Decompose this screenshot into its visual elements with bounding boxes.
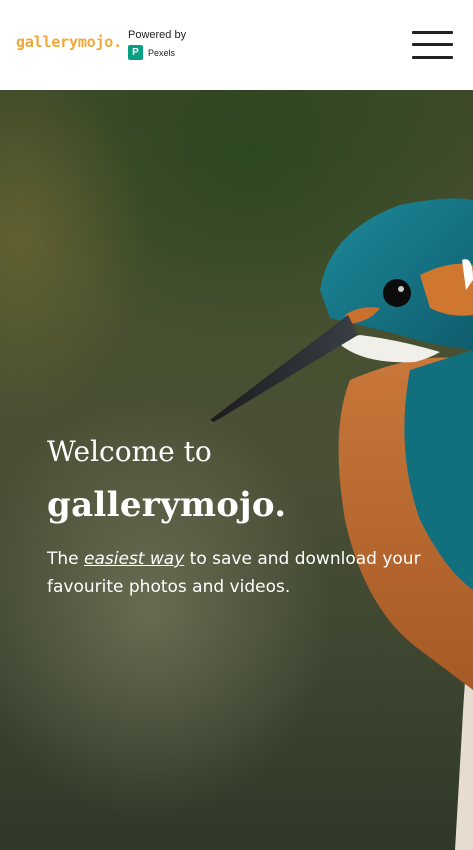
hero-tagline: The easiest way to save and download you… [47, 545, 427, 601]
pexels-label: Pexels [148, 47, 176, 58]
powered-by-pexels[interactable]: Powered by P Pexels [128, 29, 198, 60]
tagline-before: The [47, 549, 85, 569]
hero-section: Welcome to gallerymojo. The easiest way … [0, 90, 473, 850]
welcome-heading: Welcome to [47, 435, 212, 468]
hero-content: Welcome to gallerymojo. The easiest way … [47, 435, 447, 601]
easiest-way-link[interactable]: easiest way [84, 549, 184, 569]
site-header: gallerymojo. Powered by P Pexels [0, 0, 473, 90]
brand-heading: gallerymojo. [47, 485, 287, 525]
site-logo[interactable]: gallerymojo. [16, 33, 122, 51]
hamburger-menu-icon[interactable] [412, 31, 454, 60]
pexels-badge: P Pexels [128, 45, 198, 60]
pexels-icon: P [128, 45, 143, 60]
powered-by-text: Powered by [128, 29, 187, 41]
